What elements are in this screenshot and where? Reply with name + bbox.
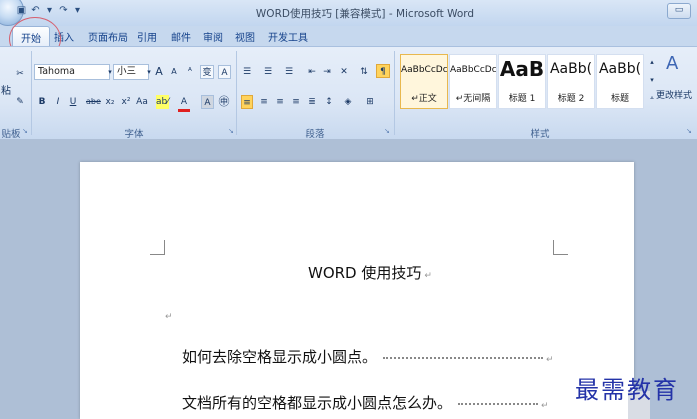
minimize-button[interactable]: ▭ [667, 3, 691, 19]
underline-button[interactable]: U [67, 95, 79, 109]
tab-developer[interactable]: 开发工具 [268, 29, 308, 44]
strikethrough-button[interactable]: abe [86, 95, 101, 109]
style-name: 标题 1 [508, 94, 536, 104]
margin-corner-mark [150, 240, 165, 255]
line-text: 如何去除空格显示成小圆点。 [182, 348, 378, 366]
line-text: 文档所有的空格都显示成小圆点怎么办。 [182, 394, 453, 412]
title-bar: ▣ ↶ ▾ ↷ ▾ WORD使用技巧 [兼容模式] - Microsoft Wo… [0, 0, 697, 26]
redo-icon[interactable]: ↷ [58, 5, 69, 16]
align-center-icon[interactable]: ≡ [258, 95, 270, 109]
tab-page-layout[interactable]: 页面布局 [88, 29, 128, 44]
ribbon: 粘 ✂ ✎ 贴板 ↘ Tahoma ▾ 小三 ▾ A A ᴬ 变 A B I U… [0, 46, 697, 140]
grow-font-button[interactable]: A [153, 65, 165, 79]
font-name-field[interactable]: Tahoma [34, 64, 110, 80]
style-sample: AaBbCcDc [450, 65, 496, 75]
show-hide-marks-button[interactable]: ¶ [376, 64, 390, 78]
tab-mailings[interactable]: 邮件 [171, 29, 191, 44]
ribbon-tabs: 开始 插入 页面布局 引用 邮件 审阅 视图 开发工具 [0, 26, 697, 46]
save-icon[interactable]: ▣ [16, 5, 27, 16]
watermark: 最需教育 [575, 376, 679, 404]
undo-dropdown-icon[interactable]: ▾ [44, 5, 55, 16]
customize-qat-icon[interactable]: ▾ [72, 5, 83, 16]
asian-layout-icon[interactable]: ✕ [338, 65, 350, 79]
style-sample: AaB [499, 57, 545, 81]
paragraph-launcher-icon[interactable]: ↘ [384, 127, 390, 135]
style-normal[interactable]: AaBbCcDc ↵正文 [400, 54, 448, 109]
document-line[interactable]: 如何去除空格显示成小圆点。 ↵ [182, 346, 554, 367]
sort-icon[interactable]: ⇅ [358, 65, 370, 79]
paste-button[interactable]: 粘 [0, 85, 12, 99]
increase-indent-icon[interactable]: ⇥ [321, 65, 333, 79]
quick-access-toolbar: ▣ ↶ ▾ ↷ ▾ [16, 5, 83, 16]
justify-icon[interactable]: ≡ [290, 95, 302, 109]
clipboard-group-label: 贴板 [1, 129, 21, 140]
align-right-icon[interactable]: ≡ [274, 95, 286, 109]
align-left-icon[interactable]: ≡ [241, 95, 253, 109]
font-color-button[interactable]: A [178, 95, 190, 112]
superscript-button[interactable]: x² [120, 95, 132, 109]
style-sample: AaBbCcDc [401, 65, 447, 75]
window-title: WORD使用技巧 [兼容模式] - Microsoft Word [255, 8, 475, 20]
enclose-characters-button[interactable]: ㊥ [218, 95, 230, 109]
character-border-button[interactable]: A [218, 65, 231, 79]
styles-scroll-up-icon[interactable]: ▴ [646, 55, 658, 69]
clear-format-button[interactable]: ᴬ [184, 65, 196, 79]
document-heading[interactable]: WORD 使用技巧 ↵ [308, 262, 432, 283]
paragraph-mark: ↵ [541, 401, 549, 411]
decrease-indent-icon[interactable]: ⇤ [306, 65, 318, 79]
character-shading-button[interactable]: A [201, 95, 214, 109]
style-name: 标题 [610, 94, 629, 104]
styles-group-label: 样式 [530, 129, 550, 140]
style-name: ↵正文 [411, 94, 437, 104]
document-page[interactable] [80, 162, 634, 419]
margin-corner-mark [553, 240, 568, 255]
space-dots [458, 402, 539, 405]
change-case-button[interactable]: Aa [136, 95, 148, 109]
styles-launcher-icon[interactable]: ↘ [686, 127, 692, 135]
line-spacing-icon[interactable]: ↕ [323, 95, 335, 109]
styles-scroll-down-icon[interactable]: ▾ [646, 73, 658, 87]
style-heading-1[interactable]: AaB 标题 1 [498, 54, 546, 109]
font-launcher-icon[interactable]: ↘ [228, 127, 234, 135]
change-styles-button[interactable]: 更改样式 [656, 89, 692, 103]
heading-text: WORD 使用技巧 [308, 264, 422, 282]
multilevel-list-icon[interactable]: ☰ [283, 65, 295, 79]
undo-icon[interactable]: ↶ [30, 5, 41, 16]
phonetic-guide-button[interactable]: 变 [200, 65, 214, 79]
borders-icon[interactable]: ⊞ [364, 95, 376, 109]
style-sample: AaBb( [549, 61, 593, 77]
font-group-label: 字体 [124, 129, 144, 140]
distributed-icon[interactable]: ≣ [306, 95, 318, 109]
cut-icon[interactable]: ✂ [14, 67, 26, 81]
subscript-button[interactable]: x₂ [104, 95, 116, 109]
bold-button[interactable]: B [36, 95, 48, 109]
paragraph-group-label: 段落 [305, 129, 325, 140]
shading-icon[interactable]: ◈ [342, 95, 354, 109]
style-no-spacing[interactable]: AaBbCcDc ↵无间隔 [449, 54, 497, 109]
paragraph-mark: ↵ [546, 355, 554, 365]
tab-view[interactable]: 视图 [235, 29, 255, 44]
style-heading-2[interactable]: AaBb( 标题 2 [547, 54, 595, 109]
paragraph-mark: ↵ [424, 271, 432, 281]
numbering-icon[interactable]: ☰ [262, 65, 274, 79]
style-sample: AaBb( [598, 61, 642, 77]
italic-button[interactable]: I [52, 95, 64, 109]
document-line[interactable]: 文档所有的空格都显示成小圆点怎么办。 ↵ [182, 392, 549, 413]
group-separator [394, 51, 395, 135]
group-separator [31, 51, 32, 135]
highlight-button[interactable]: ab⁄ [156, 95, 169, 109]
bullets-icon[interactable]: ☰ [241, 65, 253, 79]
paragraph-mark: ↵ [165, 312, 173, 322]
group-separator [236, 51, 237, 135]
tab-review[interactable]: 审阅 [203, 29, 223, 44]
style-title[interactable]: AaBb( 标题 [596, 54, 644, 109]
style-name: 标题 2 [557, 94, 585, 104]
tab-references[interactable]: 引用 [137, 29, 157, 44]
space-dots [383, 356, 544, 359]
format-painter-icon[interactable]: ✎ [14, 95, 26, 109]
change-styles-icon[interactable]: A [666, 55, 678, 73]
clipboard-launcher-icon[interactable]: ↘ [22, 127, 28, 135]
shrink-font-button[interactable]: A [168, 65, 180, 79]
style-name: ↵无间隔 [455, 94, 491, 104]
